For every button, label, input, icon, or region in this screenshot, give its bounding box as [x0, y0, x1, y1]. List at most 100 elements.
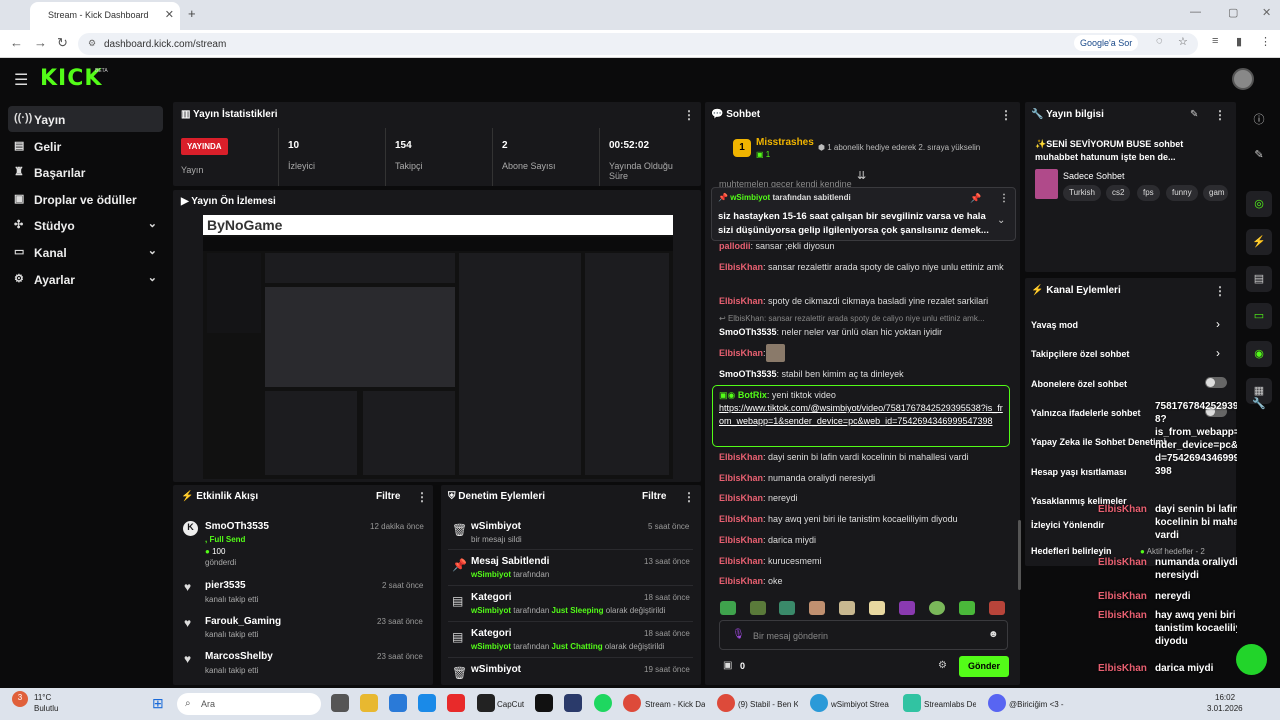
bookmark-star-icon[interactable]: ☆ — [1178, 35, 1188, 48]
taskbar-app[interactable]: wSimbiyot Strea — [831, 700, 891, 709]
pin-icon[interactable]: 📌 — [970, 193, 981, 204]
wrench-icon[interactable]: 🔧 — [1246, 391, 1272, 417]
collapse-icon[interactable]: ⇊ — [857, 169, 866, 182]
action-followers-only[interactable]: Takipçilere özel sohbet — [1031, 349, 1129, 359]
chat-user[interactable]: ElbisKhan — [719, 493, 763, 503]
emote-icon[interactable] — [929, 601, 945, 615]
clipboard-icon[interactable]: ▤ — [1246, 266, 1272, 292]
clock-time[interactable]: 16:02 — [1215, 693, 1235, 702]
minimize-icon[interactable]: — — [1190, 6, 1201, 18]
chrome-icon[interactable] — [623, 694, 641, 712]
user-avatar[interactable] — [1232, 68, 1254, 90]
sidebar-item-droplar[interactable]: ▣ Droplar ve ödüller — [8, 186, 163, 212]
taskbar-app[interactable]: Streamlabs De — [924, 700, 976, 709]
close-window-icon[interactable]: ✕ — [1262, 6, 1271, 19]
taskbar-app[interactable]: @Biriciğim <3 - — [1009, 700, 1069, 709]
camera-icon[interactable]: ◎ — [1246, 191, 1272, 217]
site-info-icon[interactable]: ⚙ — [88, 38, 96, 49]
sidebar-item-yayin[interactable]: ((·)) Yayın — [8, 106, 163, 132]
edit-icon[interactable]: ✎ — [1190, 109, 1198, 120]
taskbar-search[interactable]: ⌕ Ara — [177, 693, 321, 715]
emote-icon[interactable] — [989, 601, 1005, 615]
emote-icon[interactable] — [959, 601, 975, 615]
emote-icon[interactable] — [779, 601, 795, 615]
actions-more-icon[interactable]: ⋮ — [1214, 284, 1226, 298]
weather-desc[interactable]: Bulutlu — [34, 704, 58, 713]
action-slow-mode[interactable]: Yavaş mod — [1031, 320, 1078, 330]
media-icon[interactable]: ≡ — [1212, 35, 1218, 47]
emote-icon[interactable] — [720, 601, 736, 615]
top-gifter-name[interactable]: Misstrashes — [756, 137, 814, 148]
emoji-icon[interactable]: ☻ — [988, 629, 999, 640]
points-icon[interactable]: ▣ — [723, 660, 732, 671]
mod-filter-button[interactable]: Filtre — [642, 491, 666, 502]
eye-off-icon[interactable]: ◌ — [1156, 35, 1163, 47]
action-account-age[interactable]: Hesap yaşı kısıtlaması — [1031, 467, 1127, 477]
edge-icon[interactable] — [810, 694, 828, 712]
chat-user[interactable]: ElbisKhan — [719, 296, 763, 306]
floating-green-button[interactable] — [1236, 644, 1267, 675]
spotify-icon[interactable] — [594, 694, 612, 712]
subs-only-toggle[interactable] — [1205, 377, 1227, 388]
chat-user[interactable]: ElbisKhan — [719, 556, 763, 566]
kick-logo[interactable]: KICK — [40, 66, 102, 91]
event-name[interactable]: Farouk_Gaming — [205, 616, 281, 627]
chevron-down-icon[interactable]: ⌄ — [997, 215, 1005, 226]
sidebar-item-ayarlar[interactable]: ⚙ Ayarlar ⌄ — [8, 266, 163, 292]
browser-tab[interactable]: Stream - Kick Dashboard ✕ — [30, 2, 180, 30]
chevron-right-icon[interactable]: › — [1216, 317, 1220, 331]
action-emote-only[interactable]: Yalnızca ifadelerle sohbet — [1031, 408, 1141, 418]
close-tab-icon[interactable]: ✕ — [165, 8, 174, 21]
emote-icon[interactable] — [750, 601, 766, 615]
url-field[interactable]: ⚙ dashboard.kick.com/stream — [78, 33, 1198, 55]
chat-user[interactable]: ElbisKhan — [719, 576, 763, 586]
task-view-icon[interactable] — [331, 694, 349, 712]
tag[interactable]: gam — [1203, 185, 1228, 201]
chat-more-icon[interactable]: ⋮ — [1000, 108, 1012, 122]
chat-user[interactable]: ElbisKhan — [719, 262, 763, 272]
extension-icon[interactable]: ▮ — [1236, 35, 1242, 48]
event-name[interactable]: SmoOTh3535 — [205, 521, 269, 532]
youtube-icon[interactable] — [447, 694, 465, 712]
capcut-icon[interactable] — [477, 694, 495, 712]
tag[interactable]: cs2 — [1106, 185, 1131, 201]
bot-user[interactable]: BotRix — [738, 390, 767, 400]
chat-user[interactable]: ElbisKhan — [719, 535, 763, 545]
mod-more-icon[interactable]: ⋮ — [683, 490, 695, 504]
new-tab-icon[interactable]: + — [188, 6, 196, 21]
app-icon[interactable] — [564, 694, 582, 712]
event-name[interactable]: pier3535 — [205, 580, 246, 591]
emote-icon[interactable] — [839, 601, 855, 615]
windows-start-icon[interactable]: ⊞ — [152, 695, 164, 712]
chat-bubble-icon[interactable]: ▭ — [1246, 303, 1272, 329]
chrome-icon[interactable] — [717, 694, 735, 712]
chat-user[interactable]: ElbisKhan — [719, 348, 763, 358]
file-explorer-icon[interactable] — [360, 694, 378, 712]
bot-link[interactable]: https://www.tiktok.com/@wsimbiyot/video/… — [719, 403, 1003, 426]
chevron-right-icon[interactable]: › — [1216, 346, 1220, 360]
stream-preview[interactable]: ByNoGame — [203, 215, 673, 479]
clock-date[interactable]: 3.01.2026 — [1207, 704, 1243, 713]
forward-icon[interactable]: → — [34, 35, 47, 50]
emote-icon[interactable] — [869, 601, 885, 615]
chat-user[interactable]: ElbisKhan — [719, 452, 763, 462]
tag[interactable]: funny — [1166, 185, 1198, 201]
tag[interactable]: fps — [1137, 185, 1160, 201]
weather-badge[interactable]: 3 — [12, 691, 28, 707]
tiktok-icon[interactable] — [535, 694, 553, 712]
pinned-more-icon[interactable]: ⋮ — [999, 193, 1009, 204]
action-subs-only[interactable]: Abonelere özel sohbet — [1031, 379, 1127, 389]
emote-icon[interactable] — [899, 601, 915, 615]
action-goals[interactable]: Hedefleri belirleyin — [1031, 546, 1112, 556]
chat-user[interactable]: pallodii — [719, 241, 751, 251]
discord-icon[interactable] — [988, 694, 1006, 712]
events-filter-button[interactable]: Filtre — [376, 491, 400, 502]
info-more-icon[interactable]: ⋮ — [1214, 108, 1226, 122]
chat-user[interactable]: SmoOTh3535 — [719, 327, 777, 337]
info-icon[interactable]: ⓘ — [1246, 105, 1272, 131]
store-icon[interactable] — [389, 694, 407, 712]
menu-icon[interactable]: ⋮ — [1260, 35, 1271, 48]
chat-user[interactable]: ElbisKhan — [719, 473, 763, 483]
sidebar-item-gelir[interactable]: ▤ Gelir — [8, 133, 163, 159]
taskbar-app[interactable]: CapCut — [497, 700, 524, 709]
